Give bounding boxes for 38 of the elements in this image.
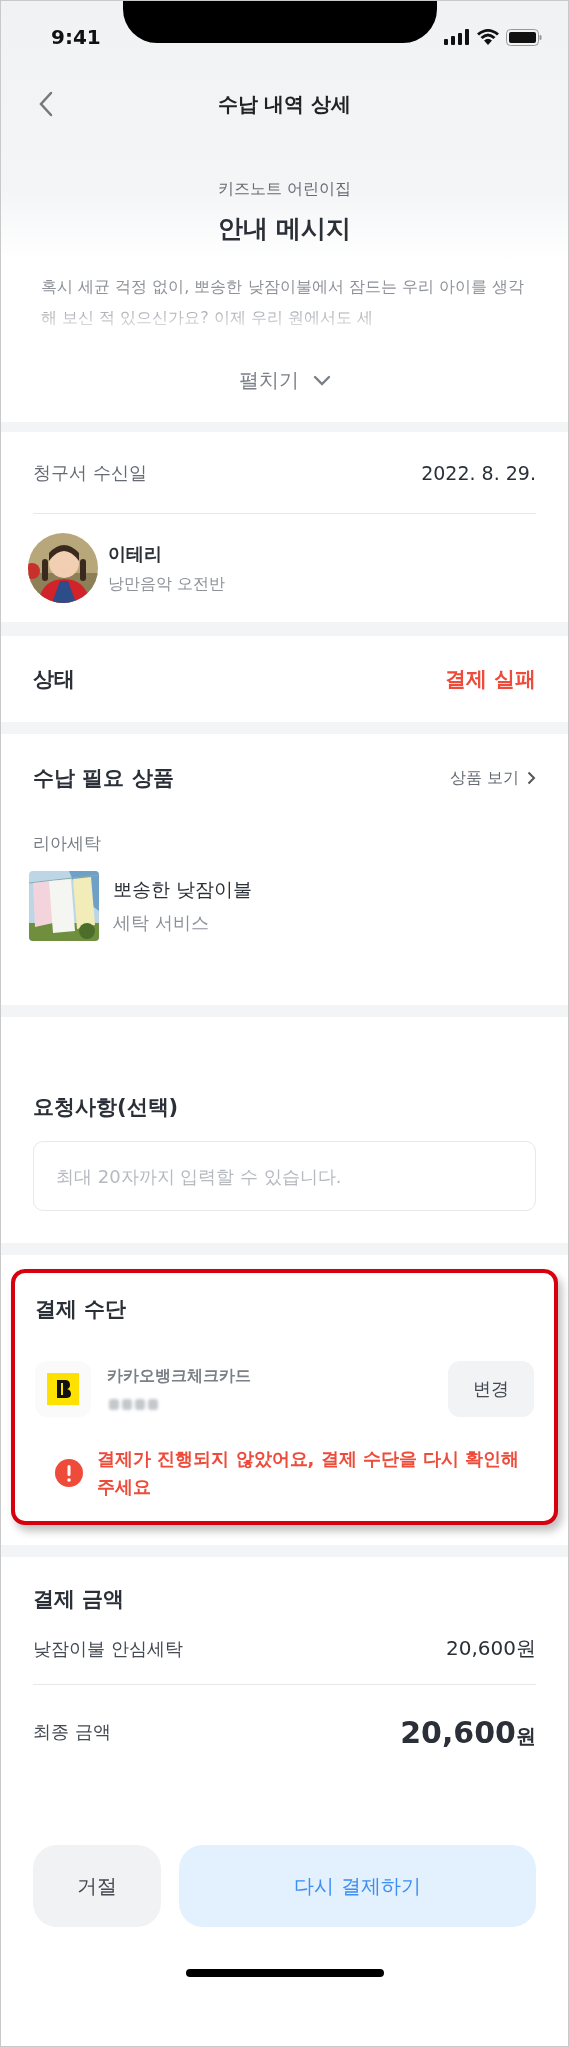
chevron-icon: [312, 374, 331, 387]
section-title: 수납 필요 상품: [33, 765, 174, 792]
alert-icon: [55, 1459, 83, 1487]
invoice-date-label: 청구서 수신일: [33, 460, 147, 485]
notice-title: 안내 메시지: [217, 213, 352, 245]
section-title: 결제 금액: [33, 1586, 126, 1613]
card-name: 카카오뱅크체크카드: [107, 1365, 251, 1387]
product-category: 세탁 서비스: [113, 911, 210, 935]
request-field[interactable]: 최대 20자까지 입력할 수 있습니다.: [33, 1141, 536, 1211]
section-title: 요청사항(선택): [33, 1094, 179, 1121]
vendor-name: 리아세탁: [33, 832, 102, 855]
chevron-icon: [527, 771, 536, 785]
back-icon: [38, 91, 54, 117]
view-products-link[interactable]: 상품 보기: [449, 767, 536, 789]
amount-label: 최종 금액: [33, 1720, 111, 1744]
child-class: 낭만음악 오전반: [108, 573, 226, 595]
amount-value: 20,600원: [446, 1635, 536, 1662]
status-value: 결제 실패: [444, 666, 536, 693]
error-message: 결제가 진행되지 않았어요, 결제 수단을 다시 확인해 주세요: [97, 1447, 521, 1499]
decline-button[interactable]: 거절: [33, 1845, 161, 1927]
product-name: 뽀송한 낮잠이불: [113, 877, 253, 902]
wifi-icon: [477, 29, 499, 45]
status-label: 상태: [33, 666, 75, 693]
child-name: 이테리: [108, 541, 163, 566]
page-title: 수납 내역 상세: [217, 90, 352, 118]
bank-logo-icon: [47, 1373, 79, 1405]
status-time: 9:41: [51, 25, 101, 49]
invoice-date: 2022. 8. 29.: [421, 461, 536, 484]
expand-button[interactable]: 펼치기: [234, 363, 335, 398]
battery-icon: [506, 28, 542, 46]
change-button[interactable]: 변경: [448, 1361, 534, 1417]
notice-body: 혹시 세균 걱정 없이, 뽀송한 낮잠이불에서 잠드는 우리 아이를 생각해 보신 적 있으신가요? 이제 우리 원에서도 세: [41, 276, 525, 329]
notice-sender: 키즈노트 어린이집: [217, 179, 352, 200]
amount-value: 20,600원: [400, 1714, 536, 1750]
signal-icon: [444, 29, 470, 45]
amount-label: 낮잠이불 안심세탁: [33, 1636, 183, 1661]
section-title: 결제 수단: [35, 1296, 128, 1323]
retry-payment-button[interactable]: 다시 결제하기: [179, 1845, 536, 1927]
